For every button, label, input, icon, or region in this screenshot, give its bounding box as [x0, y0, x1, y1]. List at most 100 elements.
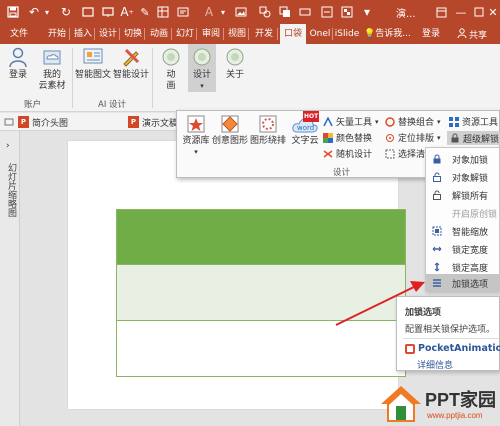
menu-item-lock-object[interactable]: 对象加锁 [426, 150, 500, 168]
ppt-file-icon: P [18, 116, 29, 128]
minimize-icon[interactable]: — [452, 3, 470, 21]
super-unlock-dropdown: 对象加锁 对象解锁 解锁所有 开启原创锁 智能缩放 锁定宽度 锁定高度 加锁选项 [425, 147, 500, 292]
animation-button[interactable]: 动 画 [158, 46, 184, 92]
design-button[interactable]: 设计 ▾ [188, 46, 216, 92]
chevron-down-icon: ▾ [437, 133, 441, 142]
resource-tools-button[interactable]: 资源工具 [449, 115, 498, 128]
tab-slideshow[interactable]: 幻灯 [173, 24, 197, 44]
watermark: PPT家园 www.pptjia.com [377, 382, 500, 426]
menu-item-original-lock[interactable]: 开启原创锁 [426, 204, 500, 222]
lock-width-icon [432, 246, 442, 252]
tooltip-more-link[interactable]: 详细信息 [417, 358, 453, 371]
expand-pane-icon[interactable]: › [6, 141, 10, 151]
login-button[interactable]: 登录 [4, 46, 32, 81]
smart-graphic-button[interactable]: 智能图文 [74, 46, 112, 81]
design-group-label: 设计 [333, 168, 351, 178]
tab-file[interactable]: 文件 [4, 24, 34, 44]
target-icon [386, 133, 394, 142]
chevron-down-icon: ▾ [200, 82, 204, 90]
text-box-icon[interactable] [174, 3, 192, 21]
unlock-all-icon [433, 190, 441, 200]
creative-shapes-button[interactable]: 创意图形 [211, 113, 249, 147]
tab-design[interactable]: 设计 [96, 24, 120, 44]
slideshow-icon[interactable] [100, 3, 116, 21]
doc-tab-presentation[interactable]: P 演示文稿 [128, 114, 178, 130]
ppt-file-icon: P [128, 116, 139, 128]
customize-qat-icon[interactable]: ▾ [358, 3, 376, 21]
thumbnail-pane[interactable]: › 幻灯片缩略图 [0, 131, 20, 426]
smart-scale-icon [432, 226, 442, 236]
ribbon-tabs: 文件 开始 插入 设计 切换 动画 幻灯 审阅 视图 开发 口袋 Onel iS… [0, 24, 500, 44]
tab-review[interactable]: 审阅 [198, 24, 224, 44]
font-color-icon[interactable]: A [200, 3, 218, 21]
select-clear-button[interactable]: 选择清 [385, 147, 425, 160]
color-replace-icon [323, 132, 333, 143]
chevron-down-icon: ▾ [194, 148, 198, 156]
my-cloud-button[interactable]: 我的 云素材 [34, 46, 70, 92]
tooltip-title: 加锁选项 [405, 308, 442, 318]
color-replace-button[interactable]: 颜色替换 [323, 131, 372, 144]
redo-icon[interactable]: ↻ [58, 3, 74, 21]
menu-item-lock-options[interactable]: 加锁选项 [426, 274, 500, 292]
random-design-button[interactable]: 随机设计 [323, 147, 372, 160]
about-button[interactable]: 关于 [222, 46, 248, 81]
vector-tools-button[interactable]: 矢量工具 ▾ [323, 115, 379, 128]
window-title: 演... [396, 9, 416, 20]
replace-combine-button[interactable]: 替换组合 ▾ [385, 115, 441, 128]
ribbon-display-icon[interactable] [432, 3, 450, 21]
slide-shape-white[interactable] [116, 321, 406, 377]
word-cloud-button[interactable]: HOT word 文字云 [289, 111, 321, 147]
pin-icon[interactable] [4, 114, 14, 130]
menu-item-unlock-all[interactable]: 解锁所有 [426, 186, 500, 204]
chevron-down-icon: ▾ [375, 117, 379, 126]
new-slide-icon[interactable] [80, 3, 96, 21]
font-color-dropdown-icon[interactable]: ▾ [218, 3, 228, 21]
close-icon[interactable]: ✕ [486, 3, 500, 21]
quick-styles-icon[interactable] [296, 3, 314, 21]
shapes-icon[interactable] [256, 3, 274, 21]
shape-layout-button[interactable]: 图形绕排 [249, 113, 287, 147]
select-pane-icon[interactable] [338, 3, 356, 21]
arrange-icon[interactable] [276, 3, 294, 21]
menu-item-unlock-object[interactable]: 对象解锁 [426, 168, 500, 186]
smart-design-button[interactable]: 智能设计 [112, 46, 150, 81]
table-icon[interactable] [154, 3, 172, 21]
tab-home[interactable]: 开始 [44, 24, 70, 44]
resource-lib-button[interactable]: 资源库 ▾ [181, 113, 211, 158]
slide-shape-green[interactable] [116, 209, 406, 265]
tab-insert[interactable]: 插入 [71, 24, 95, 44]
vector-icon [323, 116, 333, 126]
menu-item-lock-width[interactable]: 锁定宽度 [426, 240, 500, 258]
share-button[interactable]: 共享 [450, 26, 494, 42]
group-separator [152, 48, 153, 108]
doc-tab-intro[interactable]: P 简介头图 [18, 114, 68, 130]
tab-view[interactable]: 视图 [225, 24, 249, 44]
save-icon[interactable] [4, 3, 22, 21]
position-layout-button[interactable]: 定位排版 ▾ [385, 131, 441, 144]
replace-icon[interactable] [318, 3, 336, 21]
tab-pocket[interactable]: 口袋 [280, 24, 306, 44]
font-size-icon[interactable]: A + [118, 3, 136, 21]
undo-icon[interactable]: ↶ [26, 3, 42, 21]
star-box-icon [187, 115, 205, 133]
thumbnail-label: 幻灯片缩略图 [6, 163, 16, 217]
tab-animations[interactable]: 动画 [146, 24, 172, 44]
tab-developer[interactable]: 开发 [250, 24, 278, 44]
picture-icon[interactable] [232, 3, 250, 21]
user-icon [9, 47, 27, 68]
design-icon [193, 48, 211, 66]
draw-icon[interactable]: ✎ [136, 3, 154, 21]
login-link[interactable]: 登录 [418, 24, 444, 44]
tooltip-divider [403, 338, 499, 339]
undo-dropdown-icon[interactable]: ▾ [42, 3, 52, 21]
menu-item-smart-scale[interactable]: 智能缩放 [426, 222, 500, 240]
super-unlock-button[interactable]: 超级解锁 [447, 131, 500, 145]
tell-me-search[interactable]: 💡告诉我... [364, 24, 416, 44]
pencil-ruler-icon [123, 48, 140, 67]
slide-shape-light[interactable] [116, 265, 406, 321]
animation-icon [162, 48, 180, 66]
tab-transitions[interactable]: 切换 [121, 24, 145, 44]
about-icon [226, 48, 244, 66]
tab-onekey[interactable]: Onel [307, 24, 333, 44]
tab-islide[interactable]: iSlide [334, 24, 360, 44]
